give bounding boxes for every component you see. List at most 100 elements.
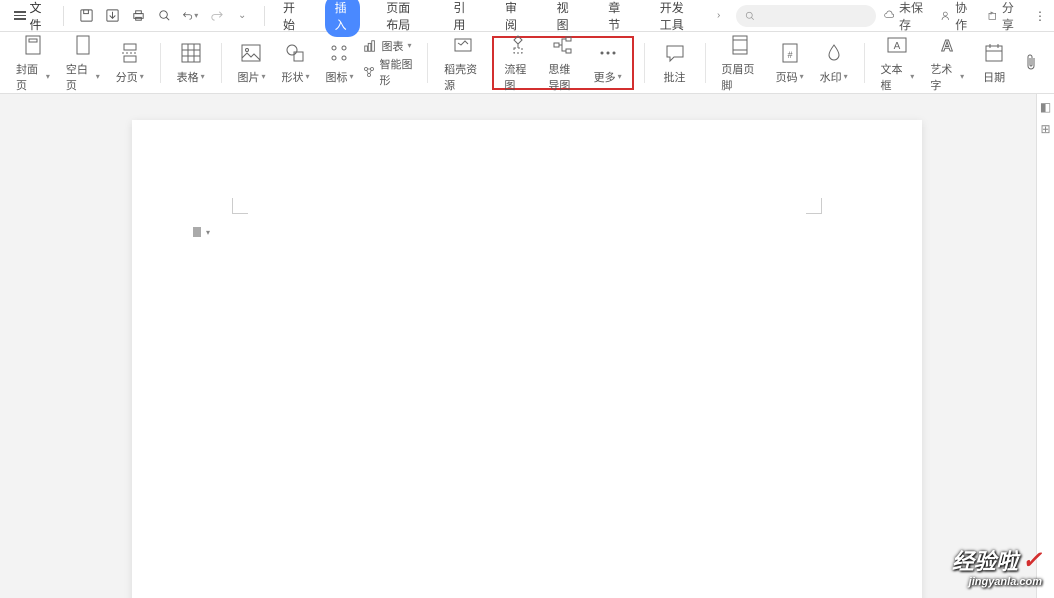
search-icon: [744, 10, 756, 22]
page-indicator[interactable]: ▾: [192, 226, 210, 238]
svg-text:A: A: [894, 41, 901, 52]
svg-text:#: #: [787, 50, 792, 60]
smartart-button[interactable]: 智能图形: [363, 56, 417, 88]
tab-insert[interactable]: 插入: [325, 0, 361, 37]
textbox-button[interactable]: A 文本框▾: [874, 29, 920, 97]
separator: [160, 43, 161, 83]
resource-icon: [452, 33, 474, 57]
svg-text:A: A: [941, 38, 953, 55]
textbox-label: 文本框: [880, 61, 908, 93]
shapes-label: 形状: [281, 69, 303, 85]
mindmap-icon: [552, 33, 574, 57]
icons-button[interactable]: 图标▾: [319, 37, 359, 89]
cover-page-button[interactable]: 封面页▾: [10, 29, 56, 97]
page-break-icon: [120, 41, 140, 65]
picture-label: 图片: [237, 69, 259, 85]
blank-page-icon: [73, 33, 93, 57]
document-area: ▾: [0, 94, 1054, 598]
blank-page-button[interactable]: 空白页▾: [60, 29, 106, 97]
headerfooter-button[interactable]: 页眉页脚: [715, 29, 765, 97]
more-button[interactable]: 更多▾: [588, 37, 628, 89]
more-dots-icon: [597, 41, 619, 65]
separator: [63, 6, 64, 26]
sidebar-item-1[interactable]: ◧: [1040, 100, 1051, 114]
tab-layout[interactable]: 页面布局: [376, 0, 427, 37]
share-label: 分享: [1002, 0, 1020, 33]
watermark-button[interactable]: 水印▾: [814, 37, 854, 89]
undo-icon[interactable]: ▾: [182, 8, 198, 24]
table-label: 表格: [177, 69, 199, 85]
print-icon[interactable]: [130, 8, 146, 24]
shapes-icon: [284, 41, 306, 65]
date-button[interactable]: 日期: [974, 37, 1014, 89]
separator: [427, 43, 428, 83]
more-label: 更多: [594, 69, 616, 85]
date-icon: [983, 41, 1005, 65]
person-icon: [940, 9, 951, 23]
redo-icon[interactable]: [208, 8, 224, 24]
quick-actions: ▾ ⌄: [72, 8, 256, 24]
chart-label: 图表: [381, 38, 403, 54]
attachment-icon: [1023, 51, 1039, 75]
pagenum-label: 页码: [776, 69, 798, 85]
flowchart-button[interactable]: 流程图: [498, 29, 538, 97]
table-icon: [180, 41, 202, 65]
mindmap-label: 思维导图: [548, 61, 577, 93]
pagenum-button[interactable]: # 页码▾: [770, 37, 810, 89]
flowchart-icon: [507, 33, 529, 57]
document-page[interactable]: ▾: [132, 120, 922, 598]
search-input[interactable]: [736, 5, 876, 27]
tabs-more-icon[interactable]: ›: [717, 10, 720, 21]
ribbon-tabs: 开始 插入 页面布局 引用 审阅 视图 章节 开发工具 ›: [273, 0, 720, 37]
tab-start[interactable]: 开始: [273, 0, 309, 37]
resource-button[interactable]: 稻壳资源: [438, 29, 488, 97]
highlighted-group: 流程图 思维导图 更多▾: [492, 36, 633, 90]
overflow-icon[interactable]: ⌄: [234, 8, 250, 24]
separator: [864, 43, 865, 83]
more-icon[interactable]: ⋮: [1034, 9, 1046, 23]
save-icon[interactable]: [78, 8, 94, 24]
separator: [644, 43, 645, 83]
margin-mark-tr: [806, 198, 822, 214]
date-label: 日期: [983, 69, 1005, 85]
textbox-icon: A: [886, 33, 908, 57]
hamburger-icon: [14, 11, 26, 20]
headerfooter-label: 页眉页脚: [721, 61, 759, 93]
resource-label: 稻壳资源: [444, 61, 482, 93]
chart-button[interactable]: 图表▾: [363, 38, 417, 54]
mindmap-button[interactable]: 思维导图: [542, 29, 583, 97]
headerfooter-icon: [730, 33, 750, 57]
picture-button[interactable]: 图片▾: [231, 37, 271, 89]
wordart-icon: A: [936, 33, 958, 57]
chart-group: 图表▾ 智能图形: [363, 38, 417, 88]
flowchart-label: 流程图: [504, 61, 532, 93]
share-button[interactable]: 分享: [987, 0, 1020, 33]
wordart-label: 艺术字: [930, 61, 958, 93]
tab-dev[interactable]: 开发工具: [650, 0, 701, 37]
pagebreak-label: 分页: [116, 69, 138, 85]
comment-icon: [664, 41, 686, 65]
comment-button[interactable]: 批注: [655, 37, 695, 89]
tab-chapter[interactable]: 章节: [598, 0, 634, 37]
chart-icon: [363, 39, 377, 53]
print-preview-icon[interactable]: [156, 8, 172, 24]
right-sidebar: ◧ ⊞: [1036, 94, 1054, 598]
watermark-sub: jingyanla.com: [952, 576, 1042, 588]
page-break-button[interactable]: 分页▾: [110, 37, 150, 89]
cover-page-icon: [23, 33, 43, 57]
blank-label: 空白页: [66, 61, 94, 93]
sidebar-item-2[interactable]: ⊞: [1040, 122, 1050, 136]
top-toolbar: 文件 ▾ ⌄ 开始 插入 页面布局 引用 审阅 视图 章节 开发工具: [0, 0, 1054, 32]
ribbon-insert: 封面页▾ 空白页▾ 分页▾ 表格▾ 图片▾ 形状▾ 图标▾ 图表▾ 智能图形: [0, 32, 1054, 94]
shapes-button[interactable]: 形状▾: [275, 37, 315, 89]
separator: [264, 6, 265, 26]
cloud-icon: [884, 9, 895, 23]
save-as-icon[interactable]: [104, 8, 120, 24]
page-indicator-icon: [192, 226, 204, 238]
separator: [705, 43, 706, 83]
wordart-button[interactable]: A 艺术字▾: [924, 29, 970, 97]
smartart-label: 智能图形: [379, 56, 417, 88]
attachment-button[interactable]: [1018, 47, 1044, 79]
table-button[interactable]: 表格▾: [171, 37, 211, 89]
image-watermark: 经验啦 ✓ jingyanla.com: [952, 544, 1042, 588]
